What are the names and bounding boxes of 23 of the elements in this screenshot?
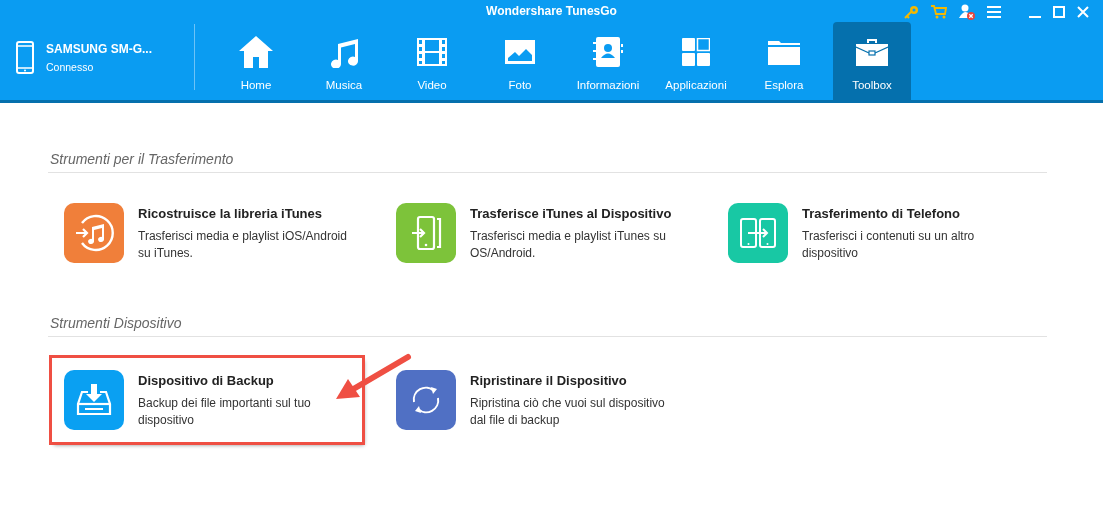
- nav-tab[interactable]: Musica: [300, 22, 388, 100]
- nav-tab[interactable]: Applicazioni: [652, 22, 740, 100]
- nav-tab[interactable]: Informazioni: [564, 22, 652, 100]
- nav-tab[interactable]: Esplora: [740, 22, 828, 100]
- tool-description: Trasferisci media e playlist iTunes su OS/Android.: [470, 228, 667, 262]
- tool-description: Trasferisci media e playlist iOS/Android su iTunes.: [138, 228, 348, 262]
- tool-title[interactable]: Trasferisce iTunes al Dispositivo: [470, 206, 680, 221]
- window-title: Wondershare TunesGo: [486, 4, 617, 18]
- tool-title[interactable]: Ripristinare il Dispositivo: [470, 373, 680, 388]
- tool-description: Trasferisci i contenuti su un altro dispositivo: [802, 228, 976, 262]
- nav-tab[interactable]: Video: [388, 22, 476, 100]
- nav-tab[interactable]: Toolbox: [833, 22, 911, 100]
- tool-title[interactable]: Ricostruisce la libreria iTunes: [138, 206, 348, 221]
- nav-tab[interactable]: Home: [212, 22, 300, 100]
- device-name: SAMSUNG SM-G...: [46, 41, 152, 56]
- tool-description: Ripristina ciò che vuoi sul dispositivo dal file di backup: [470, 395, 666, 429]
- nav-tab[interactable]: Foto: [476, 22, 564, 100]
- section-title: Strumenti Dispositivo: [49, 315, 182, 333]
- tool-title[interactable]: Trasferimento di Telefono: [802, 206, 1012, 221]
- tool-title[interactable]: Dispositivo di Backup: [138, 373, 348, 388]
- tool-description: Backup dei file importanti sul tuo dispositivo: [138, 395, 312, 429]
- device-status: Connesso: [46, 60, 95, 73]
- section-title: Strumenti per il Trasferimento: [49, 151, 234, 169]
